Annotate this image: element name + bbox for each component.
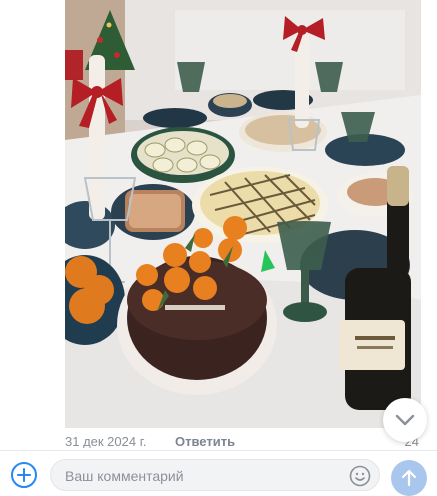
- scroll-down-button[interactable]: [383, 398, 427, 442]
- plus-circle-icon: [11, 462, 37, 488]
- comment-input-box[interactable]: [50, 459, 380, 491]
- post-photo[interactable]: [65, 0, 421, 428]
- post-meta: 31 дек 2024 г. Ответить 24: [65, 434, 421, 448]
- reply-link[interactable]: Ответить: [175, 434, 235, 448]
- comment-composer: [0, 450, 437, 496]
- arrow-up-icon: [401, 469, 417, 487]
- comment-input[interactable]: [63, 463, 337, 489]
- post-date: 31 дек 2024 г.: [65, 434, 147, 448]
- smile-icon: [349, 465, 371, 487]
- add-attachment-button[interactable]: [10, 461, 38, 489]
- chevron-down-icon: [395, 414, 415, 426]
- send-button[interactable]: [391, 460, 427, 496]
- emoji-button[interactable]: [349, 465, 371, 487]
